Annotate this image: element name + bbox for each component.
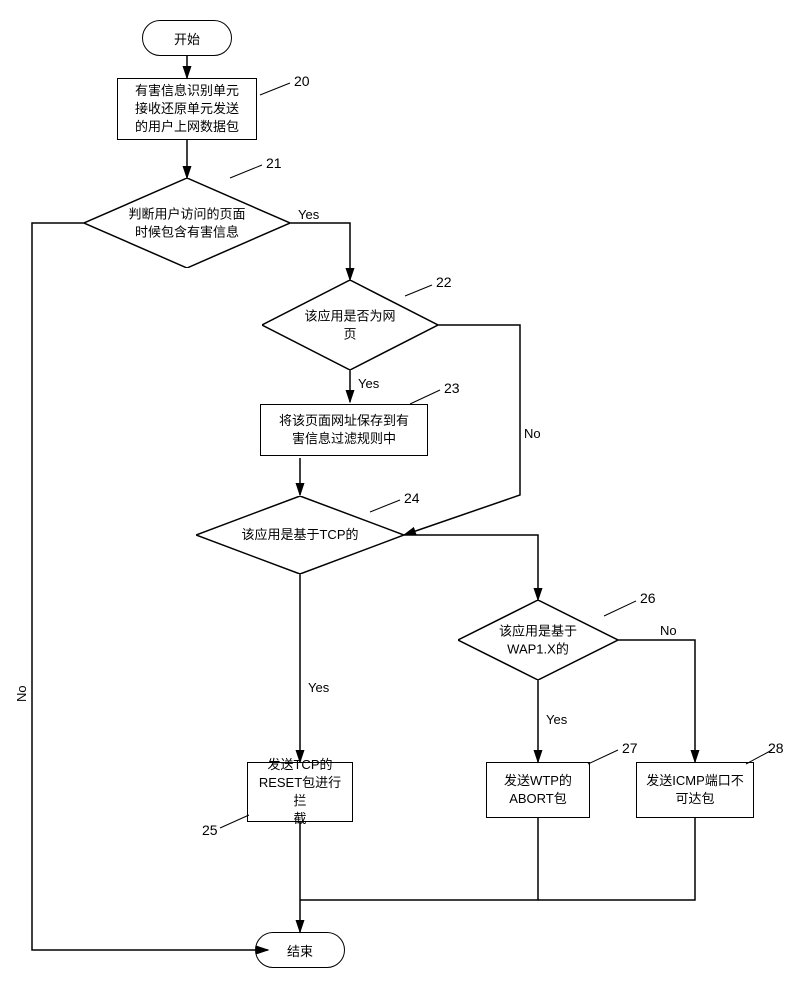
process-23-text: 将该页面网址保存到有 害信息过滤规则中 — [279, 412, 409, 448]
decision-24: 该应用是基于TCP的 — [196, 496, 404, 574]
decision-26-text: 该应用是基于 WAP1.X的 — [458, 622, 618, 657]
start-label: 开始 — [174, 29, 200, 48]
process-23: 将该页面网址保存到有 害信息过滤规则中 — [260, 404, 428, 456]
label-d26-no: No — [660, 623, 677, 638]
label-d24-yes: Yes — [308, 680, 329, 695]
process-27: 发送WTP的 ABORT包 — [486, 762, 590, 818]
callout-20: 20 — [294, 73, 310, 89]
process-25: 发送TCP的 RESET包进行拦 截 — [247, 762, 353, 822]
callout-28: 28 — [768, 740, 784, 756]
callout-24: 24 — [404, 490, 420, 506]
label-d26-yes: Yes — [546, 712, 567, 727]
label-d22-yes: Yes — [358, 376, 379, 391]
process-27-text: 发送WTP的 ABORT包 — [504, 772, 572, 808]
process-25-text: 发送TCP的 RESET包进行拦 截 — [254, 756, 346, 829]
process-28: 发送ICMP端口不 可达包 — [636, 762, 754, 818]
callout-21: 21 — [266, 155, 282, 171]
callout-25: 25 — [202, 822, 218, 838]
callout-27: 27 — [622, 740, 638, 756]
end-terminator: 结束 — [255, 932, 345, 968]
process-28-text: 发送ICMP端口不 可达包 — [646, 772, 744, 808]
end-label: 结束 — [287, 941, 313, 960]
label-d21-no: No — [14, 685, 29, 702]
start-terminator: 开始 — [142, 20, 232, 56]
decision-26: 该应用是基于 WAP1.X的 — [458, 600, 618, 680]
callout-22: 22 — [436, 274, 452, 290]
process-20-text: 有害信息识别单元 接收还原单元发送 的用户上网数据包 — [135, 82, 239, 137]
label-d22-no: No — [524, 426, 541, 441]
callout-23: 23 — [444, 380, 460, 396]
callout-26: 26 — [640, 590, 656, 606]
decision-21: 判断用户访问的页面 时候包含有害信息 — [84, 178, 290, 268]
decision-24-text: 该应用是基于TCP的 — [196, 526, 404, 544]
decision-21-text: 判断用户访问的页面 时候包含有害信息 — [84, 205, 290, 240]
decision-22-text: 该应用是否为网 页 — [262, 307, 438, 342]
decision-22: 该应用是否为网 页 — [262, 280, 438, 370]
label-d21-yes: Yes — [298, 207, 319, 222]
process-20: 有害信息识别单元 接收还原单元发送 的用户上网数据包 — [117, 78, 257, 140]
